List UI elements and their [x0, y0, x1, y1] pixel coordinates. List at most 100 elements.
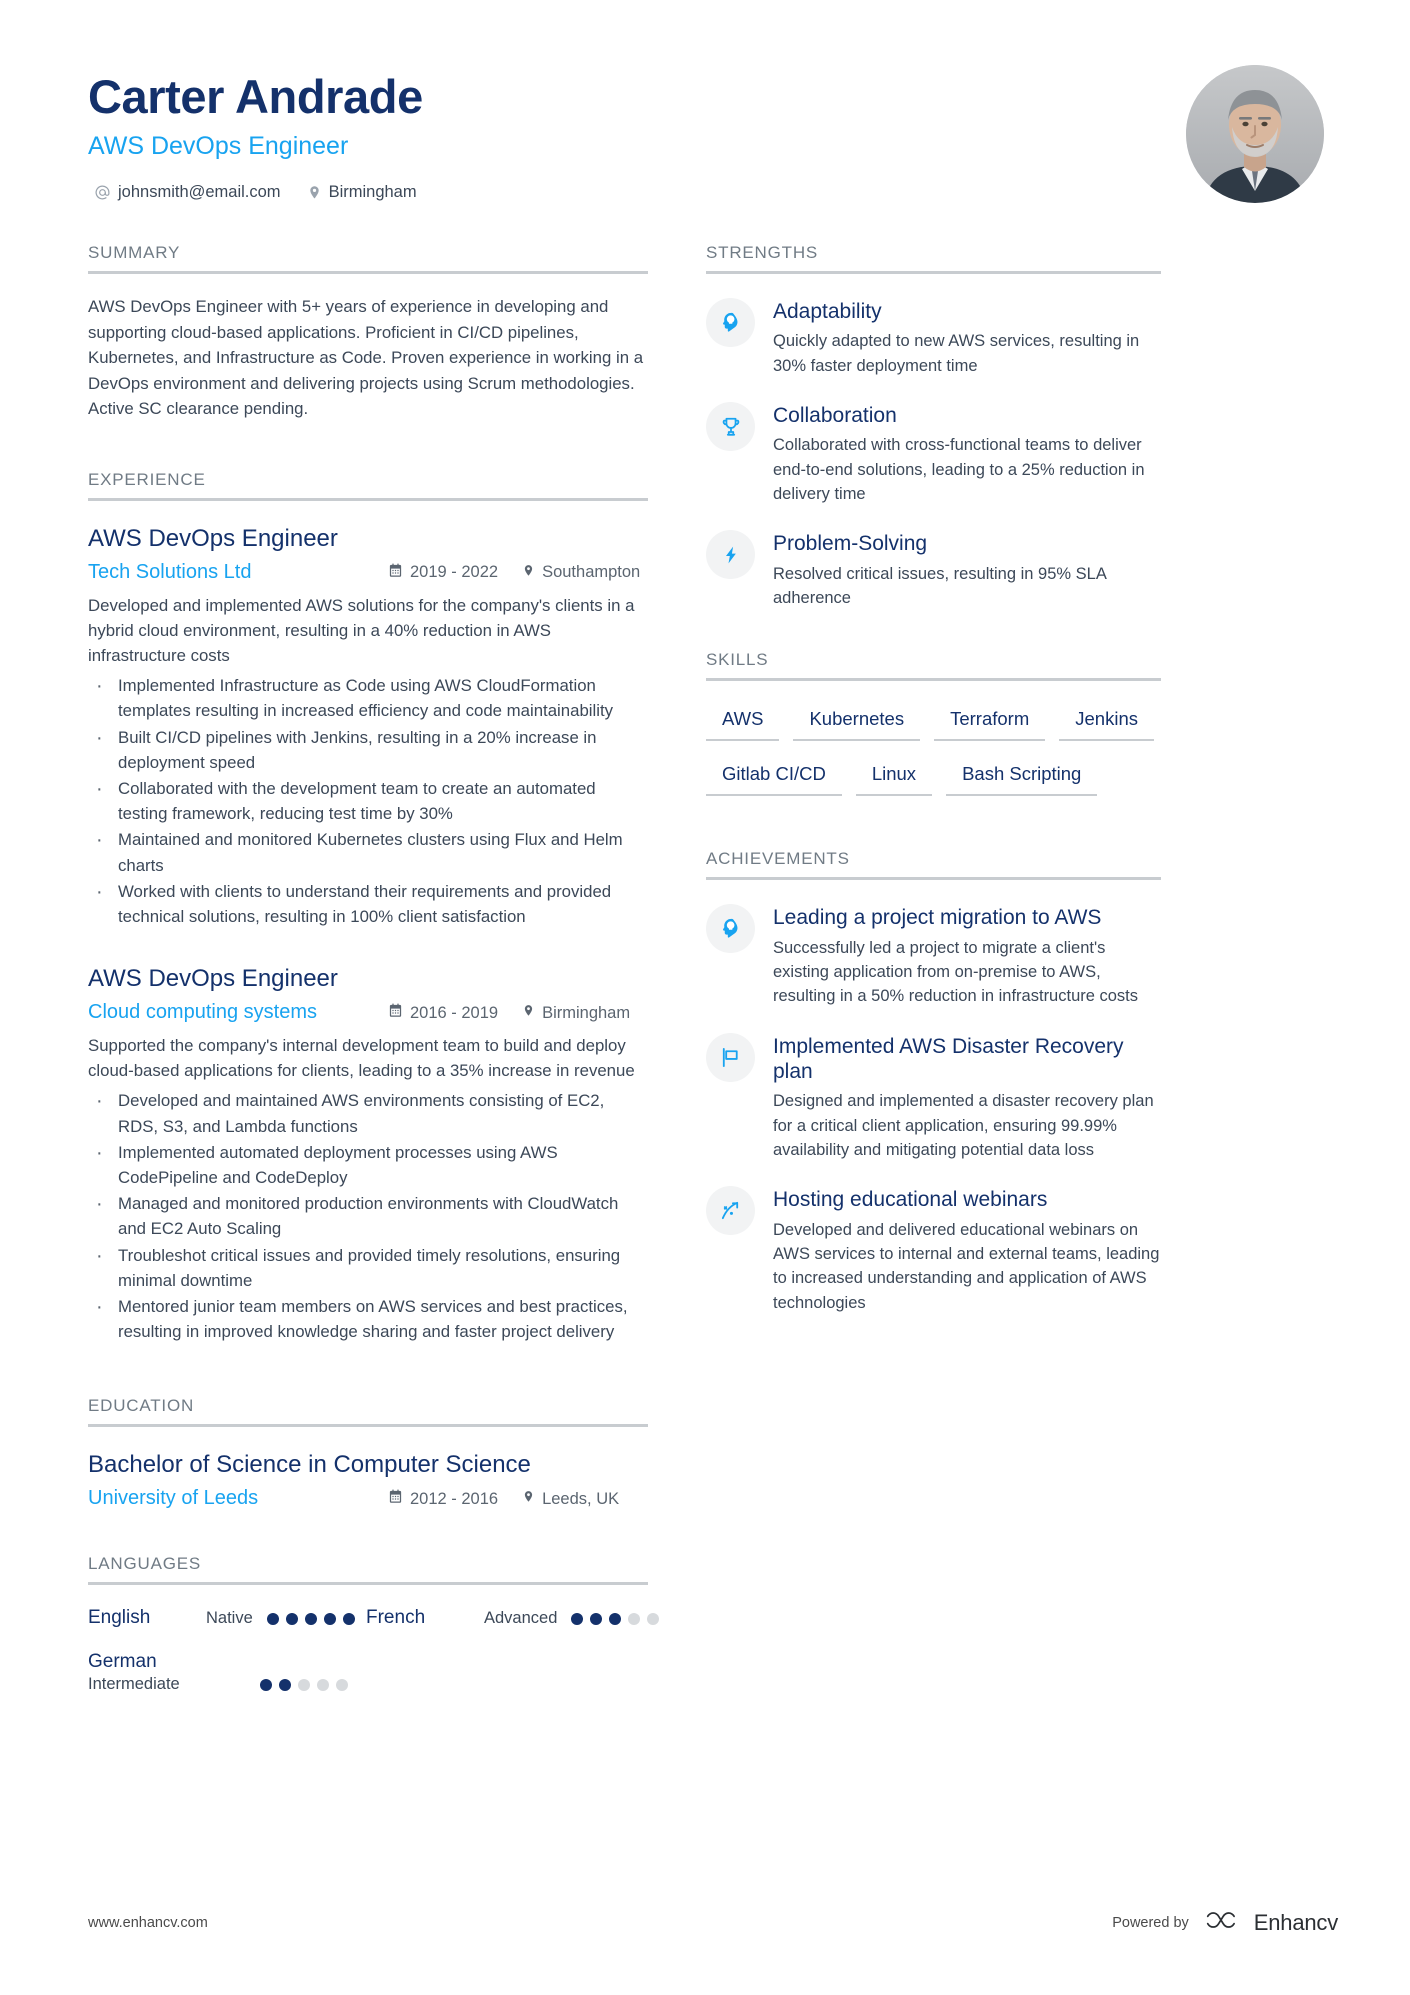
list-item: Collaborated with the development team t…	[88, 774, 648, 826]
language-level: Native	[206, 1609, 253, 1628]
dot-empty	[298, 1678, 310, 1691]
avatar	[1186, 65, 1324, 203]
summary-text: AWS DevOps Engineer with 5+ years of exp…	[88, 297, 644, 419]
list-item: Managed and monitored production environ…	[88, 1189, 648, 1241]
achievement-body: Hosting educational webinars Developed a…	[773, 1186, 1161, 1315]
achievement-item: Leading a project migration to AWS Succe…	[706, 904, 1161, 1008]
experience-date-text: 2019 - 2022	[410, 563, 499, 582]
section-title-summary: SUMMARY	[88, 243, 648, 274]
strength-body: Adaptability Quickly adapted to new AWS …	[773, 298, 1161, 378]
dot-filled	[609, 1612, 622, 1625]
language-level: Intermediate	[88, 1675, 180, 1694]
dot-empty	[628, 1612, 641, 1625]
strength-item: Collaboration Collaborated with cross-fu…	[706, 402, 1161, 506]
resume-header: Carter Andrade AWS DevOps Engineer johns…	[88, 62, 1338, 203]
skills-list: AWS Kubernetes Terraform Jenkins Gitlab …	[706, 703, 1161, 809]
section-title-skills: SKILLS	[706, 650, 1161, 682]
experience-date: 2019 - 2022	[388, 563, 498, 583]
brain-head-icon	[706, 298, 755, 347]
list-item: Implemented automated deployment process…	[88, 1138, 648, 1190]
achievement-body: Implemented AWS Disaster Recovery plan D…	[773, 1033, 1161, 1163]
strength-item: Adaptability Quickly adapted to new AWS …	[706, 298, 1161, 378]
experience-location-text: Southampton	[542, 563, 641, 582]
contact-email[interactable]: johnsmith@email.com	[94, 183, 281, 202]
dot-filled	[590, 1612, 603, 1625]
strength-item: Problem-Solving Resolved critical issues…	[706, 530, 1161, 610]
skill-tag: Kubernetes	[793, 703, 921, 742]
contact-email-text: johnsmith@email.com	[118, 182, 281, 201]
experience-company: Cloud computing systems	[88, 1001, 317, 1024]
map-pin-icon	[522, 1003, 535, 1023]
achievement-item: Implemented AWS Disaster Recovery plan D…	[706, 1032, 1161, 1163]
education-degree: Bachelor of Science in Computer Science	[88, 1451, 531, 1479]
lightning-bolt-icon	[706, 530, 755, 580]
flag-icon	[706, 1032, 755, 1082]
skill-tag: Terraform	[934, 703, 1046, 742]
contact-row: johnsmith@email.com Birmingham	[88, 183, 423, 202]
dot-filled	[260, 1678, 272, 1691]
dot-filled	[279, 1678, 291, 1691]
language-dots	[266, 1612, 355, 1625]
language-level: Advanced	[484, 1609, 558, 1628]
experience-meta: Tech Solutions Ltd 2019 - 2022 Southampt…	[88, 561, 648, 584]
section-languages: LANGUAGES English Native French Advanced…	[88, 1554, 660, 1716]
skill-tag: Gitlab CI/CD	[706, 758, 842, 797]
list-item: Developed and maintained AWS environment…	[88, 1086, 648, 1138]
education-date: 2012 - 2016	[388, 1489, 498, 1509]
resume-page: Carter Andrade AWS DevOps Engineer johns…	[0, 0, 1410, 1995]
list-item: Worked with clients to understand their …	[88, 877, 648, 929]
section-summary: SUMMARY AWS DevOps Engineer with 5+ year…	[88, 243, 648, 422]
experience-location: Birmingham	[522, 1003, 630, 1023]
section-title-achievements: ACHIEVEMENTS	[706, 849, 1161, 881]
language-name: German	[88, 1651, 157, 1673]
language-rating: Native	[206, 1609, 355, 1628]
section-experience: EXPERIENCE AWS DevOps Engineer Tech Solu…	[88, 470, 648, 1345]
achievement-description: Successfully led a project to migrate a …	[773, 938, 1139, 1006]
right-column: STRENGTHS Adaptability Quickly adapted t…	[706, 243, 1161, 1722]
brand-block: Enhancv	[1205, 1908, 1338, 1937]
page-footer: www.enhancv.com Powered by Enhancv	[88, 1908, 1338, 1937]
experience-bullets: Developed and maintained AWS environment…	[88, 1086, 648, 1344]
map-pin-icon	[307, 184, 322, 201]
achievement-title: Leading a project migration to AWS	[773, 906, 1102, 930]
language-item: German Intermediate	[88, 1651, 366, 1694]
language-name: English	[88, 1607, 151, 1629]
experience-location: Southampton	[522, 563, 640, 583]
calendar-icon	[388, 563, 403, 583]
experience-description: Developed and implemented AWS solutions …	[88, 595, 635, 666]
trophy-icon	[706, 402, 755, 451]
experience-role: AWS DevOps Engineer	[88, 524, 338, 552]
section-title-experience: EXPERIENCE	[88, 470, 648, 501]
skill-tag: Bash Scripting	[946, 758, 1098, 797]
education-item: Bachelor of Science in Computer Science …	[88, 1451, 648, 1510]
section-strengths: STRENGTHS Adaptability Quickly adapted t…	[706, 243, 1161, 610]
experience-date-text: 2016 - 2019	[410, 1003, 499, 1022]
experience-item: AWS DevOps Engineer Tech Solutions Ltd 2…	[88, 525, 648, 929]
map-pin-icon	[522, 563, 535, 583]
achievement-description: Developed and delivered educational webi…	[773, 1220, 1160, 1312]
page-title: Carter Andrade	[88, 70, 423, 123]
strength-title: Adaptability	[773, 300, 882, 323]
section-education: EDUCATION Bachelor of Science in Compute…	[88, 1396, 648, 1510]
strength-description: Collaborated with cross-functional teams…	[773, 436, 1145, 503]
left-column: SUMMARY AWS DevOps Engineer with 5+ year…	[88, 243, 660, 1722]
experience-meta: Cloud computing systems 2016 - 2019 Birm…	[88, 1001, 648, 1024]
dot-empty	[336, 1678, 348, 1691]
education-meta: University of Leeds 2012 - 2016 Leeds, U…	[88, 1487, 648, 1510]
experience-location-text: Birmingham	[542, 1003, 631, 1022]
footer-url[interactable]: www.enhancv.com	[88, 1915, 208, 1931]
achievement-title: Hosting educational webinars	[773, 1188, 1048, 1212]
language-rating: Intermediate	[88, 1675, 348, 1694]
list-item: Troubleshot critical issues and provided…	[88, 1241, 648, 1293]
strength-title: Collaboration	[773, 404, 897, 427]
dot-filled	[266, 1612, 279, 1625]
strength-body: Problem-Solving Resolved critical issues…	[773, 530, 1161, 610]
education-institution: University of Leeds	[88, 1487, 259, 1510]
contact-location-text: Birmingham	[328, 182, 417, 201]
dot-filled	[342, 1612, 355, 1625]
strength-body: Collaboration Collaborated with cross-fu…	[773, 402, 1161, 506]
list-item: Mentored junior team members on AWS serv…	[88, 1292, 648, 1344]
languages-grid: English Native French Advanced German In…	[88, 1607, 660, 1716]
education-location-text: Leeds, UK	[542, 1489, 620, 1508]
at-icon	[94, 184, 111, 201]
